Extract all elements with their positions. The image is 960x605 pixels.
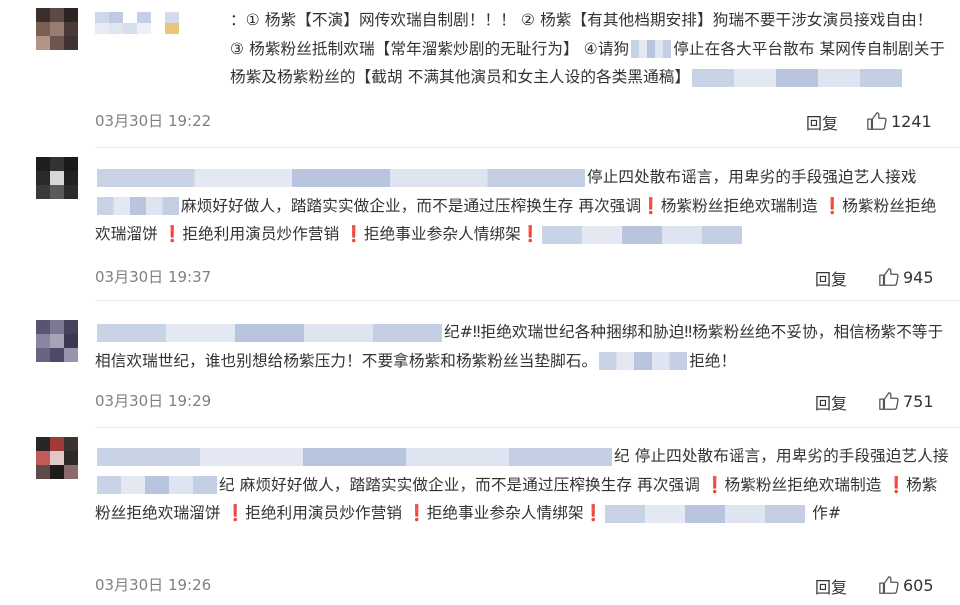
comment-text: 纪#‼拒绝欢瑞世纪各种捆绑和胁迫‼杨紫粉丝绝不妥协，相信杨紫不等于相信欢瑞世纪，… xyxy=(95,323,944,371)
reply-button[interactable]: 回复 xyxy=(815,266,847,290)
comment-date: 03月30日 19:22 xyxy=(95,112,212,130)
avatar[interactable] xyxy=(36,8,78,50)
thumbs-up-icon xyxy=(879,268,899,286)
reply-button[interactable]: 回复 xyxy=(806,110,838,134)
like-count: 945 xyxy=(903,267,934,287)
comment-item: ：① 杨紫【不演】网传欢瑞自制剧！！！ ② 杨紫【有其他档期安排】狗瑞不要干涉女… xyxy=(0,0,960,148)
thumbs-up-icon xyxy=(879,576,899,594)
comment-text: ：① 杨紫【不演】网传欢瑞自制剧！！！ ② 杨紫【有其他档期安排】狗瑞不要干涉女… xyxy=(230,11,946,87)
thumbs-up-icon xyxy=(879,392,899,410)
reply-button[interactable]: 回复 xyxy=(815,574,847,598)
like-button[interactable]: 751 xyxy=(878,390,934,412)
comment-item: 停止四处散布谣言，用卑劣的手段强迫艺人接戏麻烦好好做人，踏踏实实做企业，而不是通… xyxy=(0,148,960,301)
comment-date: 03月30日 19:29 xyxy=(95,392,212,410)
comment-text: 停止四处散布谣言，用卑劣的手段强迫艺人接戏麻烦好好做人，踏踏实实做企业，而不是通… xyxy=(95,168,937,244)
comment-item: 纪#‼拒绝欢瑞世纪各种捆绑和胁迫‼杨紫粉丝绝不妥协，相信杨紫不等于相信欢瑞世纪，… xyxy=(0,301,960,428)
comment-date: 03月30日 19:37 xyxy=(95,268,212,286)
comment-date: 03月30日 19:26 xyxy=(95,576,212,594)
avatar[interactable] xyxy=(36,157,78,199)
like-count: 605 xyxy=(903,575,934,595)
comment-feed: ：① 杨紫【不演】网传欢瑞自制剧！！！ ② 杨紫【有其他档期安排】狗瑞不要干涉女… xyxy=(0,0,960,605)
avatar[interactable] xyxy=(36,437,78,479)
comment-item: 纪 停止四处散布谣言，用卑劣的手段强迫艺人接纪 麻烦好好做人，踏踏实实做企业，而… xyxy=(0,428,960,605)
like-count: 751 xyxy=(903,391,934,411)
thumbs-up-icon xyxy=(867,112,887,130)
reply-button[interactable]: 回复 xyxy=(815,390,847,414)
avatar[interactable] xyxy=(36,320,78,362)
like-button[interactable]: 1241 xyxy=(866,110,932,132)
like-button[interactable]: 945 xyxy=(878,266,934,288)
like-button[interactable]: 605 xyxy=(878,574,934,596)
like-count: 1241 xyxy=(891,111,932,131)
comment-text: 纪 停止四处散布谣言，用卑劣的手段强迫艺人接纪 麻烦好好做人，踏踏实实做企业，而… xyxy=(95,447,949,523)
